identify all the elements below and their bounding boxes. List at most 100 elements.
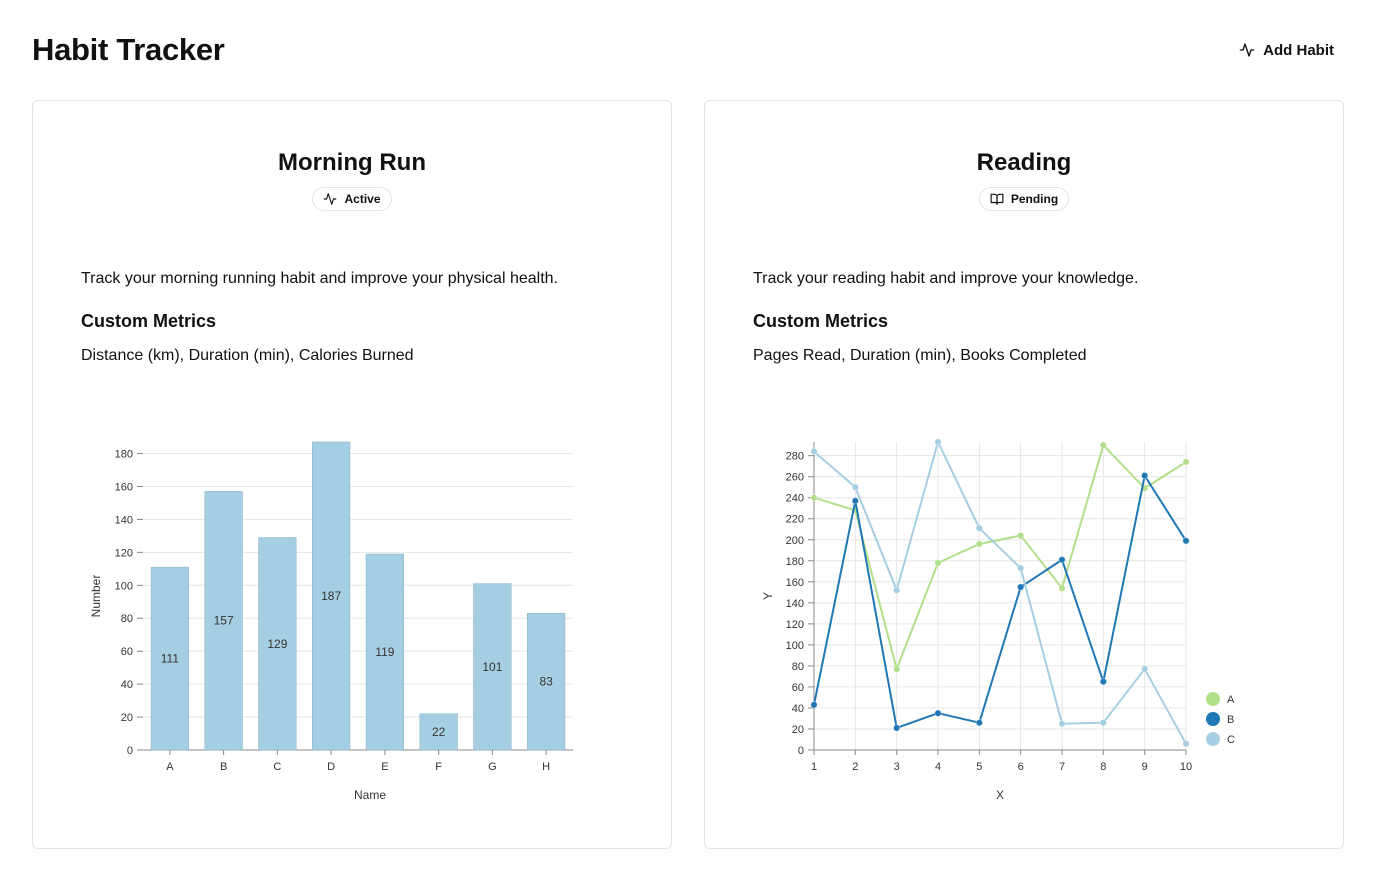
y-tick-label: 120 [786, 619, 804, 631]
series-line-a [813, 444, 1187, 671]
bar-data-label: 111 [161, 652, 180, 666]
data-point [1017, 583, 1025, 591]
data-point [975, 540, 983, 548]
x-tick-label: 9 [1142, 761, 1148, 773]
data-point [1017, 564, 1025, 572]
y-tick-label: 180 [786, 556, 804, 568]
y-tick-label: 0 [127, 745, 133, 757]
activity-icon [1239, 43, 1255, 57]
y-tick-label: 120 [115, 547, 133, 559]
bar-chart: 0 20 40 60 80 100 120 140 160 180 111 A 157 B 129 C 187 D… [89, 441, 573, 802]
series-line-b [813, 474, 1187, 729]
y-tick-label: 80 [121, 613, 133, 625]
legend-swatch [1206, 712, 1220, 726]
x-tick-label: 7 [1059, 761, 1065, 773]
bar-data-label: 101 [482, 660, 502, 674]
bar-data-label: 83 [539, 675, 553, 689]
data-point [893, 665, 901, 673]
app-header: Habit Tracker Add Habit [32, 26, 1344, 74]
y-tick-label: 180 [115, 449, 133, 461]
x-tick-label: 2 [852, 761, 858, 773]
y-axis-label: Number [89, 575, 103, 618]
x-tick-label: 5 [976, 761, 982, 773]
data-point [851, 497, 859, 505]
data-point [893, 724, 901, 732]
y-tick-label: 80 [792, 661, 804, 673]
legend-label: A [1227, 694, 1235, 706]
y-tick-label: 40 [792, 703, 804, 715]
data-point [1058, 556, 1066, 564]
data-point [1182, 458, 1190, 466]
y-tick-label: 140 [786, 598, 804, 610]
bar-data-label: 187 [321, 589, 341, 603]
bar-data-label: 157 [214, 614, 234, 628]
x-tick-label: F [435, 761, 442, 773]
legend-label: C [1227, 734, 1235, 746]
data-point [1182, 740, 1190, 748]
y-tick-label: 140 [115, 514, 133, 526]
data-point [1141, 472, 1149, 480]
bar-data-label: 129 [267, 637, 287, 651]
data-point [1058, 720, 1066, 728]
x-axis-label: Name [354, 788, 386, 802]
y-tick-label: 60 [121, 646, 133, 658]
y-tick-label: 260 [786, 472, 804, 484]
x-tick-label: 3 [894, 761, 900, 773]
bar-data-label: 22 [432, 725, 446, 739]
x-tick-label: 4 [935, 761, 941, 773]
x-tick-label: 6 [1018, 761, 1024, 773]
series-line-c [813, 441, 1187, 745]
y-tick-label: 100 [786, 640, 804, 652]
data-point [1099, 678, 1107, 686]
data-point [810, 447, 818, 455]
x-tick-label: 10 [1180, 761, 1192, 773]
data-point [810, 701, 818, 709]
add-habit-button[interactable]: Add Habit [1227, 36, 1346, 65]
y-tick-label: 60 [792, 682, 804, 694]
y-tick-label: 160 [115, 481, 133, 493]
data-point [1182, 537, 1190, 545]
x-axis-label: X [996, 788, 1004, 802]
x-tick-label: D [327, 761, 335, 773]
x-tick-label: B [220, 761, 227, 773]
data-point [975, 524, 983, 532]
data-point [934, 559, 942, 567]
y-tick-label: 280 [786, 451, 804, 463]
page-title: Habit Tracker [32, 32, 225, 67]
data-point [975, 719, 983, 727]
bar-data-label: 119 [375, 645, 394, 659]
line-chart: 1 2 3 4 5 6 7 8 9 1002040608010012014016018020022… [761, 438, 1235, 802]
x-tick-label: 1 [811, 761, 817, 773]
x-tick-label: C [273, 761, 281, 773]
legend-label: B [1227, 714, 1234, 726]
data-point [893, 586, 901, 594]
data-point [851, 483, 859, 491]
data-point [1099, 441, 1107, 449]
habit-card-reading: Reading Pending Track your reading habit… [704, 100, 1344, 849]
data-point [810, 494, 818, 502]
y-tick-label: 100 [115, 580, 133, 592]
y-tick-label: 40 [121, 679, 133, 691]
x-tick-label: G [488, 761, 497, 773]
data-point [1058, 584, 1066, 592]
y-tick-label: 200 [786, 535, 804, 547]
x-tick-label: H [542, 761, 550, 773]
add-habit-label: Add Habit [1263, 41, 1334, 59]
data-point [1017, 532, 1025, 540]
legend-swatch [1206, 732, 1220, 746]
data-point [1099, 719, 1107, 727]
data-point [934, 438, 942, 446]
y-tick-label: 160 [786, 577, 804, 589]
x-tick-label: 8 [1100, 761, 1106, 773]
data-point [1141, 665, 1149, 673]
y-tick-label: 240 [786, 493, 804, 505]
y-tick-label: 220 [786, 514, 804, 526]
legend-swatch [1206, 692, 1220, 706]
x-tick-label: E [381, 761, 388, 773]
y-tick-label: 20 [121, 712, 133, 724]
data-point [934, 709, 942, 717]
y-axis-label: Y [761, 592, 775, 600]
y-tick-label: 20 [792, 724, 804, 736]
habit-card-morning-run: Morning Run Active Track your morning ru… [32, 100, 672, 849]
x-tick-label: A [166, 761, 174, 773]
